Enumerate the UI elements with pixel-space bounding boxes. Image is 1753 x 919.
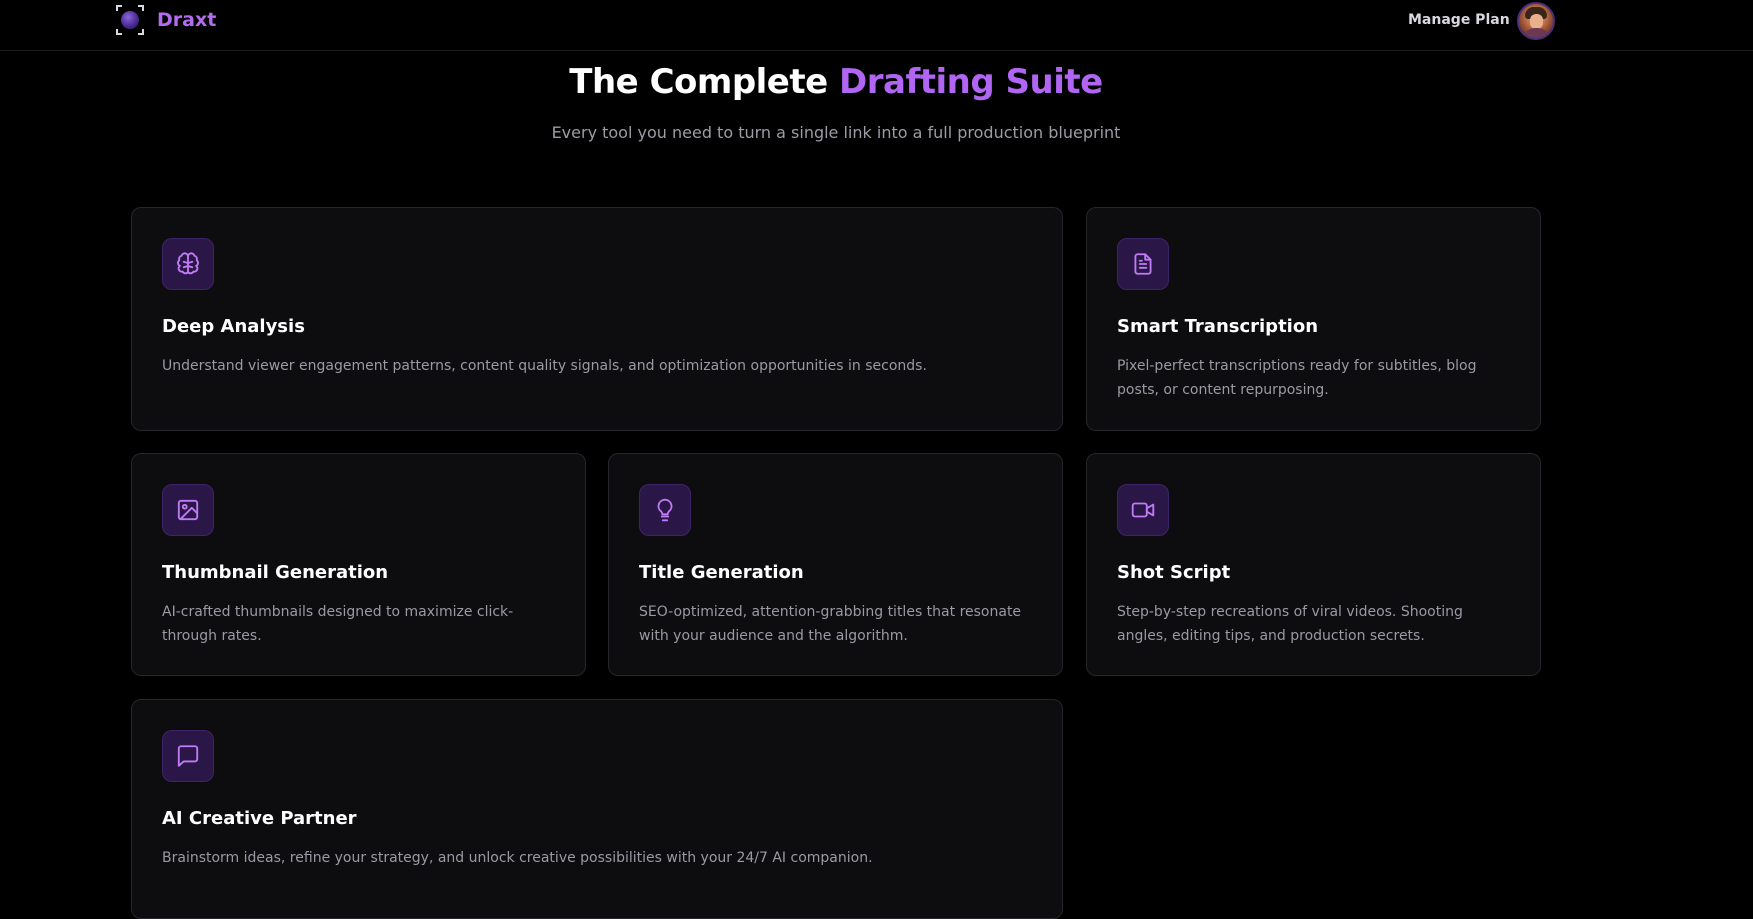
feature-description: Pixel-perfect transcriptions ready for s… [1117, 358, 1477, 398]
feature-card-ai-creative-partner: AI Creative Partner Brainstorm ideas, re… [131, 699, 1063, 919]
feature-description: Brainstorm ideas, refine your strategy, … [162, 850, 873, 866]
feature-title: Deep Analysis [162, 316, 305, 337]
feature-card-deep-analysis: Deep Analysis Understand viewer engageme… [131, 207, 1063, 431]
logo-icon [116, 5, 144, 35]
video-camera-icon [1117, 484, 1169, 536]
brain-icon [162, 238, 214, 290]
page-title-main: The Complete [569, 62, 828, 102]
page-title: The Complete Drafting Suite [0, 62, 1672, 102]
user-avatar[interactable] [1517, 2, 1555, 40]
feature-description: AI-crafted thumbnails designed to maximi… [162, 604, 514, 644]
page-subtitle: Every tool you need to turn a single lin… [551, 123, 1121, 142]
document-icon [1117, 238, 1169, 290]
feature-title: AI Creative Partner [162, 808, 357, 829]
brand-name: Draxt [157, 9, 217, 31]
feature-card-smart-transcription: Smart Transcription Pixel-perfect transc… [1086, 207, 1541, 431]
page-title-accent: Drafting Suite [839, 62, 1103, 102]
feature-description: Understand viewer engagement patterns, c… [162, 358, 927, 374]
feature-description: Step-by-step recreations of viral videos… [1117, 604, 1463, 644]
manage-plan-link[interactable]: Manage Plan [1408, 12, 1510, 28]
chat-bubble-icon [162, 730, 214, 782]
feature-title: Thumbnail Generation [162, 562, 389, 583]
feature-title: Shot Script [1117, 562, 1231, 583]
feature-card-shot-script: Shot Script Step-by-step recreations of … [1086, 453, 1541, 676]
top-navigation-bar: Draxt Manage Plan [0, 0, 1753, 51]
feature-description: SEO-optimized, attention-grabbing titles… [639, 604, 1022, 644]
brand-logo[interactable]: Draxt [116, 5, 216, 35]
lightbulb-icon [639, 484, 691, 536]
feature-card-thumbnail-generation: Thumbnail Generation AI-crafted thumbnai… [131, 453, 586, 676]
feature-title: Smart Transcription [1117, 316, 1319, 337]
feature-card-title-generation: Title Generation SEO-optimized, attentio… [608, 453, 1063, 676]
feature-title: Title Generation [639, 562, 804, 583]
image-icon [162, 484, 214, 536]
